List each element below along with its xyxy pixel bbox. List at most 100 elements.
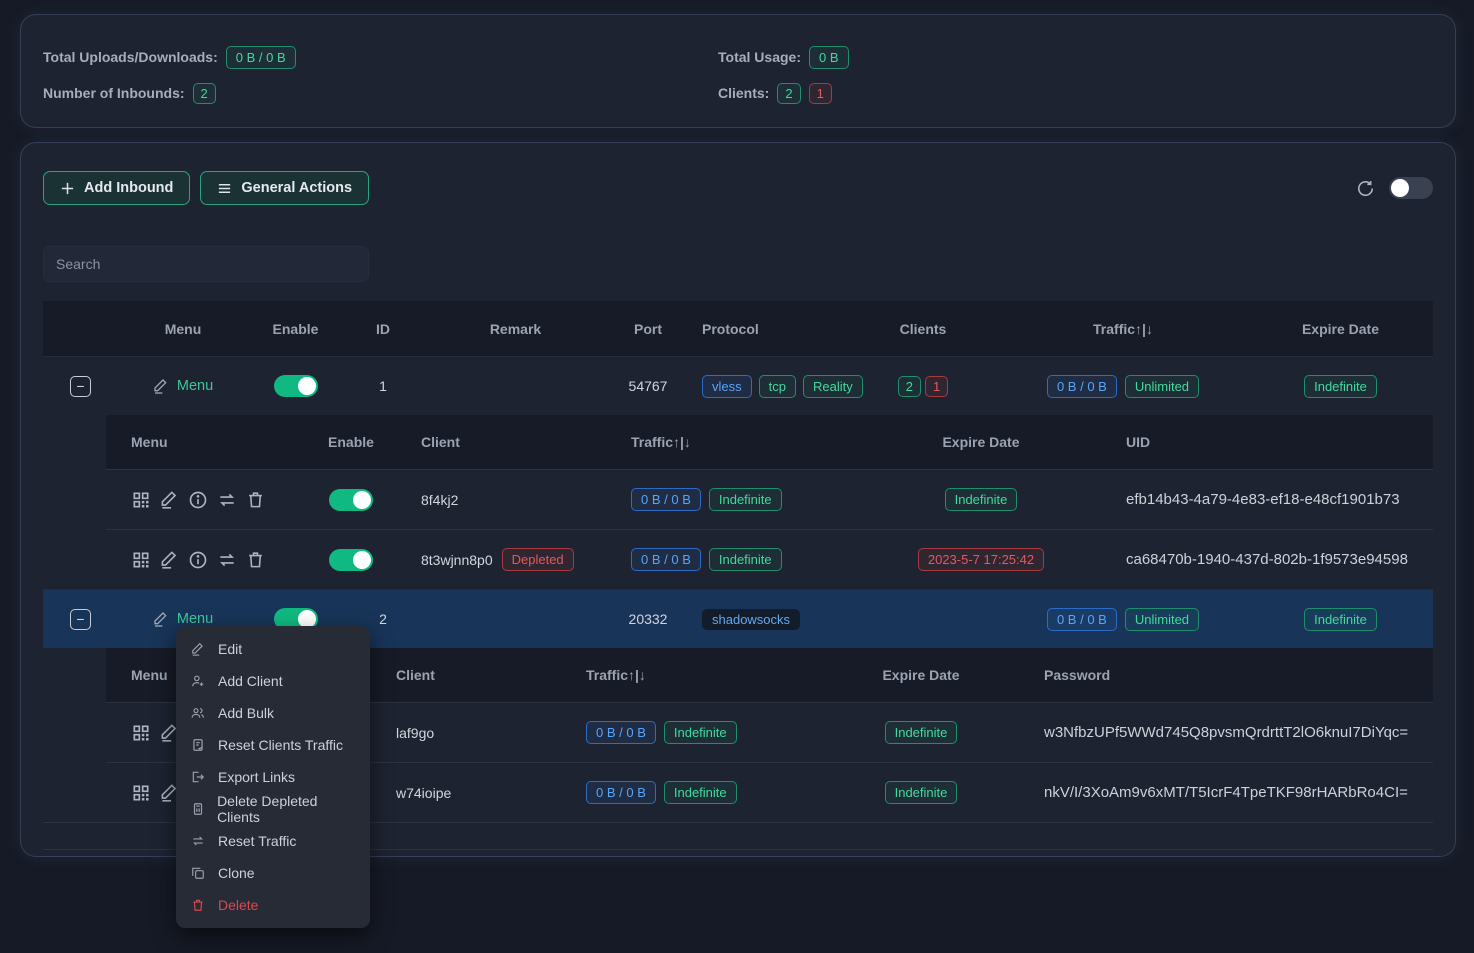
header-password: Password	[1036, 648, 1433, 702]
menu-item-clone[interactable]: Clone	[176, 857, 370, 889]
traffic-badge: 0 B / 0 B	[586, 781, 656, 804]
client-enable-toggle[interactable]	[329, 489, 373, 511]
reset-arrows-icon	[191, 834, 206, 848]
qrcode-icon[interactable]	[131, 783, 151, 803]
stat-label: Clients:	[718, 85, 769, 101]
stat-value-badge: 2	[193, 83, 216, 104]
client-password: nkV/I/3XoAm9v6xMT/T5IcrF4TpeTKF98rHARbRo…	[1036, 763, 1433, 822]
traffic-limit-badge: Unlimited	[1125, 375, 1199, 398]
header-menu: Menu	[106, 415, 301, 469]
general-actions-button[interactable]: General Actions	[200, 171, 369, 205]
info-icon[interactable]	[188, 490, 208, 510]
traffic-limit-badge: Unlimited	[1125, 608, 1199, 631]
reset-traffic-icon[interactable]	[217, 490, 237, 510]
row-menu-label: Menu	[177, 611, 213, 627]
collapse-row-button[interactable]: −	[70, 609, 91, 630]
menu-item-delete-depleted-clients[interactable]: Delete Depleted Clients	[176, 793, 370, 825]
inbound-remark	[423, 590, 608, 648]
inbound-id: 1	[343, 357, 423, 415]
menu-item-delete[interactable]: Delete	[176, 889, 370, 921]
stat-label: Number of Inbounds:	[43, 85, 185, 101]
client-table-inbound-1: Menu Enable Client Traffic↑|↓ Expire Dat…	[106, 415, 1433, 589]
depleted-badge: Depleted	[502, 548, 574, 571]
expire-badge: 2023-5-7 17:25:42	[918, 548, 1044, 571]
header-remark: Remark	[423, 301, 608, 356]
client-name: laf9go	[376, 703, 566, 762]
menu-item-add-client[interactable]: Add Client	[176, 665, 370, 697]
clients-active-badge: 2	[777, 83, 800, 104]
stat-total-usage: Total Usage: 0 B	[718, 45, 1455, 69]
edit-client-icon[interactable]	[160, 550, 179, 569]
trash-clients-icon	[191, 802, 205, 816]
qrcode-icon[interactable]	[131, 490, 151, 510]
traffic-limit-badge: Indefinite	[709, 548, 782, 571]
header-protocol: Protocol	[688, 301, 848, 356]
header-traffic: Traffic↑|↓	[998, 301, 1248, 356]
menu-item-label: Edit	[218, 641, 242, 657]
traffic-limit-badge: Indefinite	[709, 488, 782, 511]
add-inbound-label: Add Inbound	[84, 180, 173, 196]
menu-item-label: Add Client	[218, 673, 283, 689]
delete-client-icon[interactable]	[246, 490, 265, 509]
menu-item-edit[interactable]: Edit	[176, 633, 370, 665]
stat-number-of-inbounds: Number of Inbounds: 2	[43, 81, 718, 105]
menu-item-label: Reset Traffic	[218, 833, 296, 849]
traffic-badge: 0 B / 0 B	[631, 488, 701, 511]
add-inbound-button[interactable]: Add Inbound	[43, 171, 190, 205]
reset-traffic-icon[interactable]	[217, 550, 237, 570]
qrcode-icon[interactable]	[131, 723, 151, 743]
client-row: 8f4kj2 0 B / 0 B Indefinite Indefinite e…	[106, 469, 1433, 529]
menu-item-reset-clients-traffic[interactable]: Reset Clients Traffic	[176, 729, 370, 761]
stat-total-uploads-downloads: Total Uploads/Downloads: 0 B / 0 B	[43, 45, 718, 69]
client-enable-toggle[interactable]	[329, 549, 373, 571]
clients-depleted-badge: 1	[925, 376, 948, 397]
stat-clients: Clients: 2 1	[718, 81, 1455, 105]
header-enable: Enable	[248, 301, 343, 356]
enable-toggle[interactable]	[274, 375, 318, 397]
stats-panel: Total Uploads/Downloads: 0 B / 0 B Total…	[20, 14, 1456, 128]
info-icon[interactable]	[188, 550, 208, 570]
delete-icon	[191, 898, 206, 912]
menu-item-label: Delete Depleted Clients	[217, 793, 355, 825]
menu-item-label: Add Bulk	[218, 705, 274, 721]
header-expire-date: Expire Date	[851, 415, 1111, 469]
toolbar: Add Inbound General Actions	[43, 171, 1433, 205]
menu-item-label: Clone	[218, 865, 255, 881]
traffic-limit-badge: Indefinite	[664, 781, 737, 804]
client-uid: efb14b43-4a79-4e83-ef18-e48cf1901b73	[1111, 470, 1433, 529]
file-reset-icon	[191, 738, 206, 752]
client-name: w74ioipe	[376, 763, 566, 822]
stat-value-badge: 0 B	[809, 46, 849, 69]
user-add-icon	[191, 674, 206, 688]
client-name: 8t3wjnn8p0	[421, 552, 493, 568]
edit-client-icon[interactable]	[160, 490, 179, 509]
protocol-tag: shadowsocks	[702, 609, 800, 630]
traffic-badge: 0 B / 0 B	[1047, 375, 1117, 398]
inbound-row-1: − Menu 1 54767 vless tcp Reality 2 1	[43, 356, 1433, 415]
row-menu-button[interactable]: Menu	[153, 378, 213, 394]
search-input[interactable]	[43, 246, 369, 282]
hamburger-icon	[217, 181, 232, 196]
pencil-icon	[153, 378, 169, 394]
qrcode-icon[interactable]	[131, 550, 151, 570]
row-menu-label: Menu	[177, 378, 213, 394]
inbound-context-menu: Edit Add Client Add Bulk Reset Clients T…	[176, 626, 370, 928]
menu-item-export-links[interactable]: Export Links	[176, 761, 370, 793]
delete-client-icon[interactable]	[246, 550, 265, 569]
inbounds-table-header: Menu Enable ID Remark Port Protocol Clie…	[43, 301, 1433, 356]
stat-label: Total Uploads/Downloads:	[43, 49, 218, 65]
refresh-icon[interactable]	[1356, 179, 1375, 198]
clients-active-badge: 2	[898, 376, 921, 397]
collapse-row-button[interactable]: −	[70, 376, 91, 397]
menu-item-add-bulk[interactable]: Add Bulk	[176, 697, 370, 729]
expire-badge: Indefinite	[885, 781, 958, 804]
menu-item-reset-traffic[interactable]: Reset Traffic	[176, 825, 370, 857]
users-add-icon	[191, 706, 206, 720]
dark-mode-toggle[interactable]	[1389, 177, 1433, 199]
header-client: Client	[376, 648, 566, 702]
stat-label: Total Usage:	[718, 49, 801, 65]
edit-icon	[191, 642, 206, 656]
transport-tag: tcp	[759, 375, 796, 398]
row-menu-button[interactable]: Menu	[153, 611, 213, 627]
clients-depleted-badge: 1	[809, 83, 832, 104]
